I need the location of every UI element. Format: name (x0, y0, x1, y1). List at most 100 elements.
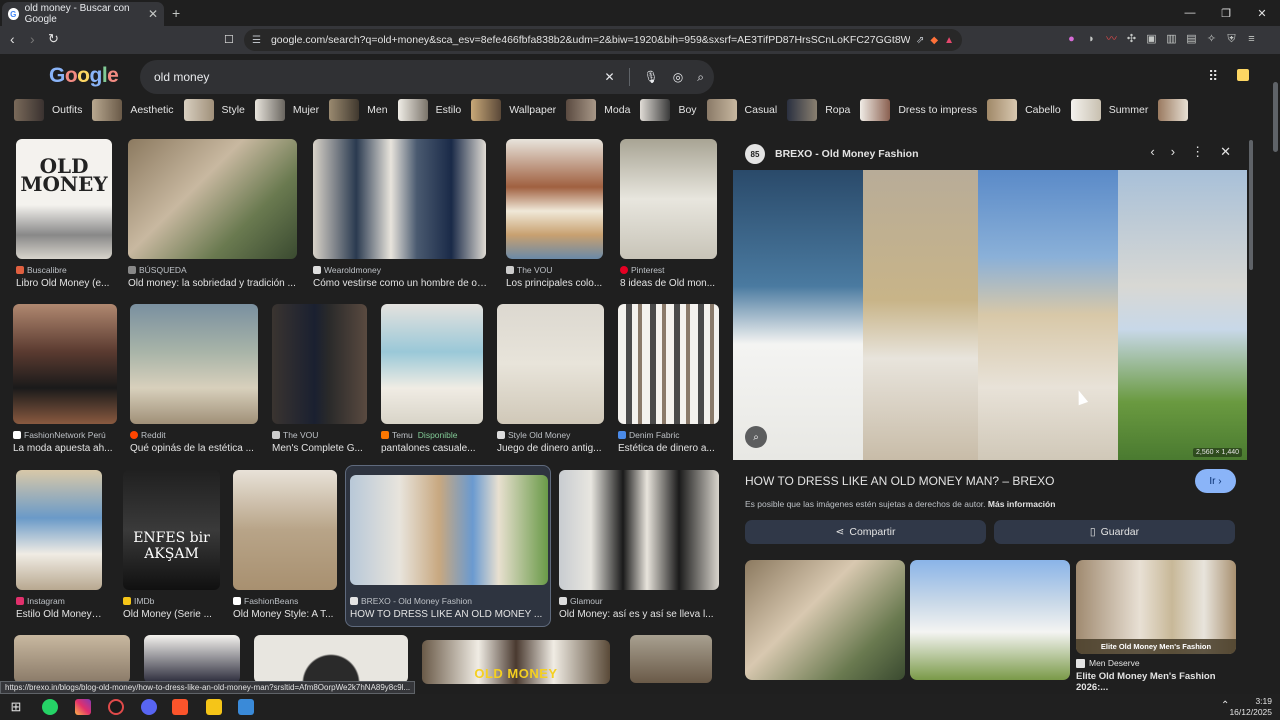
puzzle-icon[interactable]: ✣ (1126, 33, 1137, 45)
extension-icon[interactable]: ◗ (1086, 33, 1097, 45)
chip-ropa[interactable]: Ropa (787, 98, 850, 122)
chip-casual[interactable]: Casual (706, 98, 777, 122)
lens-icon[interactable]: ◎ (673, 70, 683, 84)
related-image[interactable]: Elite Old Money Men's Fashion (1076, 560, 1236, 654)
result-card[interactable]: The VOU Men's Complete G... (272, 304, 367, 456)
clear-icon[interactable]: ✕ (604, 70, 614, 84)
prev-icon[interactable]: ‹ (1150, 144, 1154, 160)
chip-more[interactable] (1158, 98, 1196, 122)
whatsapp-icon[interactable] (42, 699, 58, 715)
related-title[interactable]: Elite Old Money Men's Fashion 2026:... (1076, 671, 1249, 693)
next-icon[interactable]: › (1171, 144, 1175, 160)
result-card[interactable]: ENFES bir AKŞAM IMDb Old Money (Serie ..… (123, 470, 220, 622)
result-card[interactable]: Glamour Old Money: así es y así se lleva… (559, 470, 719, 622)
brave-browser-icon[interactable] (172, 699, 188, 715)
result-card[interactable]: Pinterest 8 ideas de Old mon... (620, 139, 717, 291)
vpn-icon[interactable]: ⛨ (1226, 33, 1237, 45)
result-card[interactable] (144, 635, 240, 683)
extension-icon[interactable]: ● (1066, 33, 1077, 45)
menu-icon[interactable]: ≡ (1246, 33, 1257, 45)
close-window-icon[interactable]: ✕ (1244, 0, 1280, 26)
avatar[interactable] (1237, 69, 1249, 81)
search-input[interactable]: old money (154, 70, 209, 84)
scrollbar-thumb[interactable] (1273, 82, 1278, 152)
chip-mujer[interactable]: Mujer (254, 98, 319, 122)
panel-title[interactable]: HOW TO DRESS LIKE AN OLD MONEY MAN? – BR… (745, 474, 1054, 488)
tab-search-icon[interactable]: ▣ (1146, 33, 1157, 45)
page-scrollbar[interactable] (1270, 54, 1280, 694)
bookmark-icon[interactable]: ☐ (224, 33, 234, 46)
related-image[interactable] (910, 560, 1070, 680)
share-button[interactable]: ⋖ Compartir (745, 520, 986, 544)
preview-image[interactable]: ⌕ 2,560 × 1,440 (733, 170, 1247, 460)
result-card[interactable] (630, 635, 712, 683)
result-card[interactable] (14, 635, 130, 683)
chip-aesthetic[interactable]: Aesthetic (92, 98, 174, 122)
brave-rewards-icon[interactable]: ▲ (944, 35, 954, 46)
panel-site-name[interactable]: BREXO - Old Money Fashion (775, 148, 919, 160)
chip-boy[interactable]: Boy (640, 98, 697, 122)
apps-grid-icon[interactable]: ⠿ (1208, 68, 1218, 85)
result-card[interactable]: Temu Disponible pantalones casuale... (381, 304, 483, 456)
search-icon[interactable]: ⌕ (697, 70, 704, 85)
more-options-icon[interactable]: ⋮ (1191, 144, 1204, 160)
chip-cabello[interactable]: Cabello (987, 98, 1061, 122)
result-card[interactable] (254, 635, 408, 683)
panel-scrollbar[interactable] (1249, 140, 1253, 270)
sidebar-icon[interactable]: ▥ (1166, 33, 1177, 45)
extension-icon[interactable]: 〰 (1106, 33, 1117, 45)
save-button[interactable]: ▯ Guardar (994, 520, 1235, 544)
chip-summer[interactable]: Summer (1070, 98, 1148, 122)
result-card[interactable]: BÚSQUEDA Old money: la sobriedad y tradi… (128, 139, 297, 291)
result-card[interactable]: Style Old Money Juego de dinero antig... (497, 304, 604, 456)
google-logo[interactable]: Google (49, 64, 119, 88)
forward-icon[interactable]: › (30, 31, 35, 47)
result-card[interactable]: OLD MONEY Buscalibre Libro Old Money (e.… (16, 139, 112, 291)
wallet-icon[interactable]: ▤ (1186, 33, 1197, 45)
back-icon[interactable]: ‹ (10, 31, 15, 47)
site-info-icon[interactable]: ☰ (252, 35, 261, 46)
lens-search-icon[interactable]: ⌕ (745, 426, 767, 448)
more-info-link[interactable]: Más información (988, 499, 1056, 509)
result-card[interactable]: Denim Fabric Estética de dinero a... (618, 304, 719, 456)
chip-wallpaper[interactable]: Wallpaper (471, 98, 556, 122)
close-panel-icon[interactable]: ✕ (1220, 144, 1231, 160)
result-card[interactable]: The VOU Los principales colo... (506, 139, 603, 291)
restore-icon[interactable]: ❐ (1208, 0, 1244, 26)
tray-chevron-icon[interactable]: ⌃ (1221, 700, 1229, 711)
chip-estilo[interactable]: Estilo (397, 98, 461, 122)
address-bar[interactable]: ☰ google.com/search?q=old+money&sca_esv=… (244, 29, 962, 51)
chip-dress-to-impress[interactable]: Dress to impress (860, 98, 977, 122)
chip-men[interactable]: Men (329, 98, 388, 122)
chip-style[interactable]: Style (183, 98, 245, 122)
clock[interactable]: 3:19 16/12/2025 (1229, 696, 1272, 718)
windows-start-icon[interactable]: ⊞ (8, 699, 24, 715)
tab-active[interactable]: G old money - Buscar con Google ✕ (2, 2, 164, 26)
app-icon[interactable] (108, 699, 124, 715)
instagram-app-icon[interactable] (75, 699, 91, 715)
chip-outfits[interactable]: Outfits (14, 98, 82, 122)
result-card[interactable]: OLD MONEY (422, 640, 610, 684)
result-card[interactable]: FashionBeans Old Money Style: A T... (233, 470, 337, 622)
related-image[interactable] (745, 560, 905, 680)
result-card[interactable]: Reddit Qué opinás de la estética ... (130, 304, 258, 456)
minimize-icon[interactable]: — (1172, 0, 1208, 26)
result-card[interactable]: Instagram Estilo Old Money ... (16, 470, 102, 622)
brave-shield-icon[interactable]: ◆ (930, 35, 938, 46)
discord-icon[interactable] (141, 699, 157, 715)
tab-close-icon[interactable]: ✕ (148, 7, 158, 21)
leo-icon[interactable]: ✧ (1206, 33, 1217, 45)
share-page-icon[interactable]: ⇗ (916, 35, 924, 46)
result-card[interactable]: Wearoldmoney Cómo vestirse como un hombr… (313, 139, 488, 291)
search-box[interactable]: old money ✕ 🎙︎ ◎ ⌕ (140, 60, 714, 94)
new-tab-button[interactable]: + (172, 5, 180, 21)
result-source: IMDb (123, 596, 154, 606)
result-card[interactable]: FashionNetwork Perú La moda apuesta ah..… (13, 304, 117, 456)
voice-search-icon[interactable]: 🎙︎ (644, 70, 659, 84)
app-icon[interactable] (238, 699, 254, 715)
chip-moda[interactable]: Moda (566, 98, 630, 122)
reload-icon[interactable]: ↻ (48, 31, 59, 47)
result-card-selected[interactable]: BREXO - Old Money Fashion HOW TO DRESS L… (350, 475, 548, 620)
file-explorer-icon[interactable] (206, 699, 222, 715)
visit-button[interactable]: Ir › (1195, 469, 1236, 493)
